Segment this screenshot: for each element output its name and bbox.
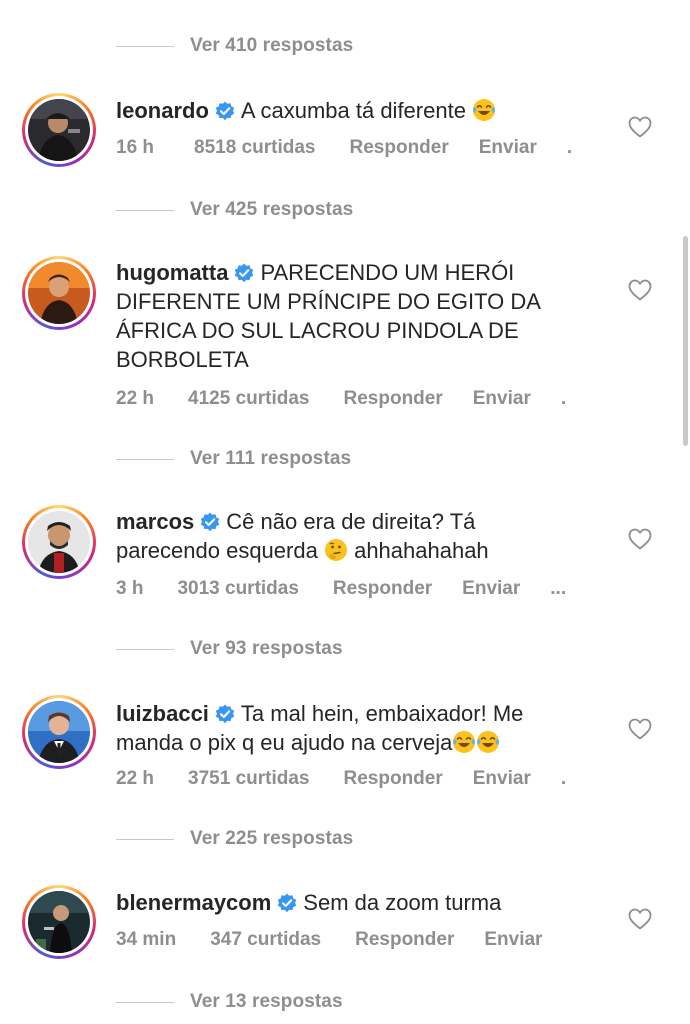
like-heart-icon[interactable] bbox=[628, 718, 652, 740]
laughing-tears-emoji-icon bbox=[472, 98, 496, 122]
view-replies-label: Ver 410 respostas bbox=[190, 35, 354, 56]
comment-body: luizbacci Ta mal hein, embaixador! Me man… bbox=[116, 699, 566, 757]
more-options-button[interactable]: . bbox=[561, 768, 566, 790]
verified-badge-icon bbox=[277, 893, 297, 913]
comment-text: A caxumba tá diferente bbox=[240, 98, 466, 123]
avatar-ring[interactable] bbox=[22, 93, 96, 167]
verified-badge-icon bbox=[200, 512, 220, 532]
comment-text-suffix: ahhahahahah bbox=[354, 538, 489, 563]
avatar bbox=[28, 511, 90, 573]
reply-button[interactable]: Responder bbox=[344, 388, 443, 410]
scrollbar[interactable] bbox=[683, 236, 688, 446]
view-replies-link[interactable]: Ver 111 respostas bbox=[116, 448, 351, 470]
reply-button[interactable]: Responder bbox=[344, 768, 443, 790]
avatar-ring[interactable] bbox=[22, 695, 96, 769]
avatar bbox=[28, 701, 90, 763]
comment-body: hugomatta PARECENDO UM HERÓI DIFERENTE UM… bbox=[116, 258, 586, 374]
view-replies-label: Ver 425 respostas bbox=[190, 199, 354, 220]
comment-meta: 22 h 4125 curtidas Responder Enviar . bbox=[116, 388, 566, 410]
more-options-button[interactable]: . bbox=[567, 137, 572, 159]
avatar-ring[interactable] bbox=[22, 256, 96, 330]
replies-divider bbox=[116, 458, 174, 460]
timestamp: 22 h bbox=[116, 768, 155, 789]
reply-button[interactable]: Responder bbox=[350, 137, 449, 159]
avatar-ring[interactable] bbox=[22, 885, 96, 959]
like-heart-icon[interactable] bbox=[628, 116, 652, 138]
view-replies-link[interactable]: Ver 410 respostas bbox=[116, 35, 353, 57]
view-replies-label: Ver 13 respostas bbox=[190, 991, 343, 1012]
view-replies-link[interactable]: Ver 225 respostas bbox=[116, 828, 353, 850]
thinking-face-emoji-icon bbox=[324, 538, 348, 562]
more-options-button[interactable]: ... bbox=[550, 578, 566, 600]
view-replies-label: Ver 93 respostas bbox=[190, 638, 343, 659]
timestamp: 34 min bbox=[116, 929, 177, 950]
username[interactable]: luizbacci bbox=[116, 701, 209, 726]
send-button[interactable]: Enviar bbox=[479, 137, 537, 159]
comment-meta: 16 h 8518 curtidas Responder Enviar . bbox=[116, 137, 572, 159]
view-replies-link[interactable]: Ver 93 respostas bbox=[116, 638, 343, 660]
like-heart-icon[interactable] bbox=[628, 908, 652, 930]
view-replies-link[interactable]: Ver 425 respostas bbox=[116, 199, 353, 221]
laughing-tears-emoji-icon bbox=[452, 730, 476, 754]
avatar bbox=[28, 262, 90, 324]
comment-body: leonardo A caxumba tá diferente bbox=[116, 96, 566, 125]
avatar bbox=[28, 99, 90, 161]
likes-count[interactable]: 3013 curtidas bbox=[177, 578, 298, 600]
replies-divider bbox=[116, 209, 174, 211]
timestamp: 16 h bbox=[116, 137, 155, 158]
reply-button[interactable]: Responder bbox=[333, 578, 432, 600]
comment-text: Sem da zoom turma bbox=[303, 890, 502, 915]
username[interactable]: hugomatta bbox=[116, 260, 228, 285]
comment-meta: 22 h 3751 curtidas Responder Enviar . bbox=[116, 768, 566, 790]
likes-count[interactable]: 8518 curtidas bbox=[194, 137, 315, 159]
replies-divider bbox=[116, 45, 174, 47]
replies-divider bbox=[116, 1001, 174, 1003]
verified-badge-icon bbox=[234, 263, 254, 283]
like-heart-icon[interactable] bbox=[628, 279, 652, 301]
more-options-button[interactable]: . bbox=[561, 388, 566, 410]
comment-meta: 34 min 347 curtidas Responder Enviar bbox=[116, 929, 576, 951]
replies-divider bbox=[116, 648, 174, 650]
send-button[interactable]: Enviar bbox=[473, 388, 531, 410]
comment-meta: 3 h 3013 curtidas Responder Enviar ... bbox=[116, 578, 566, 600]
view-replies-label: Ver 111 respostas bbox=[190, 448, 352, 469]
view-replies-label: Ver 225 respostas bbox=[190, 828, 354, 849]
view-replies-link[interactable]: Ver 13 respostas bbox=[116, 991, 343, 1013]
username[interactable]: blenermaycom bbox=[116, 890, 271, 915]
avatar bbox=[28, 891, 90, 953]
like-heart-icon[interactable] bbox=[628, 528, 652, 550]
likes-count[interactable]: 347 curtidas bbox=[210, 929, 321, 951]
username[interactable]: marcos bbox=[116, 509, 194, 534]
timestamp: 3 h bbox=[116, 578, 144, 599]
username[interactable]: leonardo bbox=[116, 98, 209, 123]
comment-body: blenermaycom Sem da zoom turma bbox=[116, 888, 566, 917]
send-button[interactable]: Enviar bbox=[462, 578, 520, 600]
reply-button[interactable]: Responder bbox=[355, 929, 454, 951]
likes-count[interactable]: 3751 curtidas bbox=[188, 768, 309, 790]
likes-count[interactable]: 4125 curtidas bbox=[188, 388, 309, 410]
comment-body: marcos Cê não era de direita? Tá parecend… bbox=[116, 507, 556, 565]
verified-badge-icon bbox=[215, 704, 235, 724]
avatar-ring[interactable] bbox=[22, 505, 96, 579]
timestamp: 22 h bbox=[116, 388, 155, 409]
replies-divider bbox=[116, 838, 174, 840]
send-button[interactable]: Enviar bbox=[473, 768, 531, 790]
laughing-tears-emoji-icon bbox=[476, 730, 500, 754]
verified-badge-icon bbox=[215, 101, 235, 121]
send-button[interactable]: Enviar bbox=[484, 929, 542, 951]
